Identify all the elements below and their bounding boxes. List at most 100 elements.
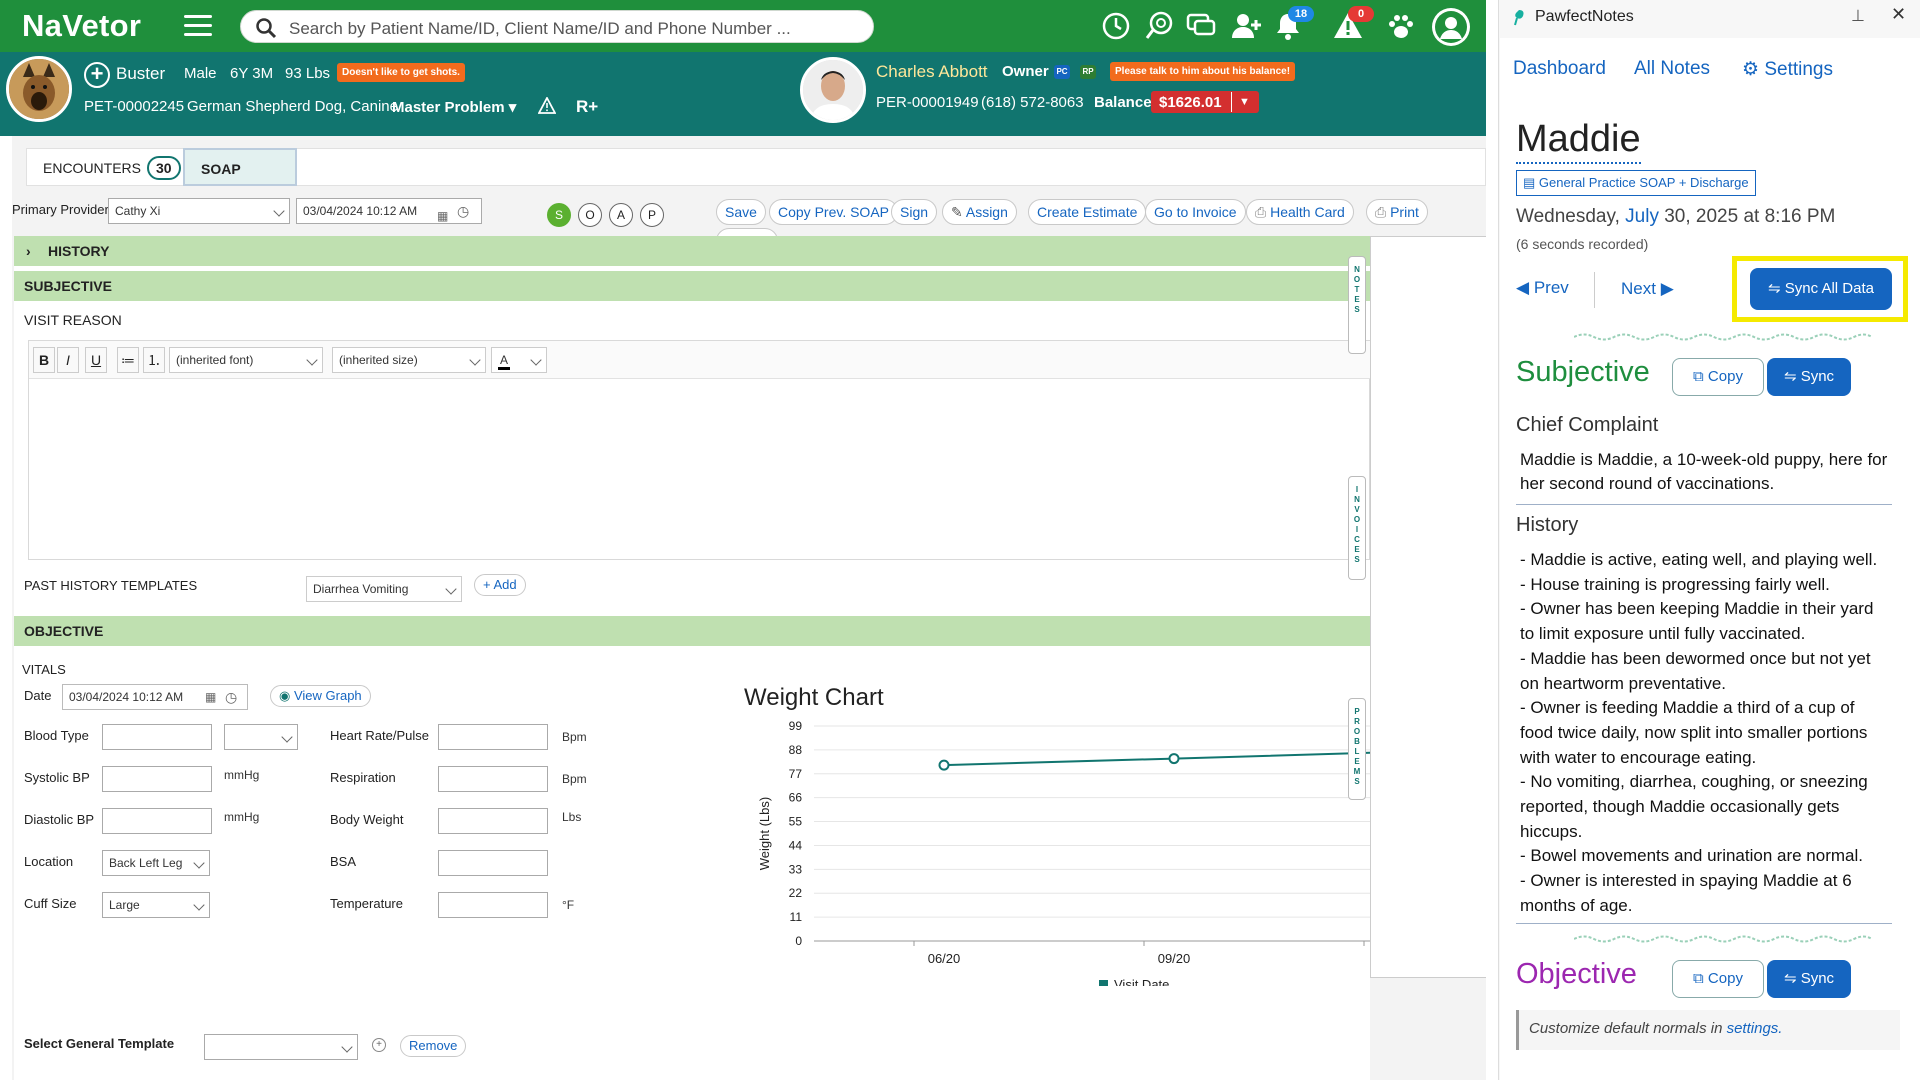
general-template-select[interactable] [204, 1034, 358, 1060]
app-logo[interactable]: NaVetor [22, 8, 141, 44]
panel-nav-settings-label: Settings [1764, 59, 1833, 80]
search-input[interactable]: Search by Patient Name/ID, Client Name/I… [240, 10, 874, 43]
temperature-input[interactable] [438, 892, 548, 918]
patient-bar: + Buster Male 6Y 3M 93 Lbs Doesn't like … [0, 52, 1486, 136]
assign-button[interactable]: ✎ Assign [942, 199, 1017, 225]
encounter-datetime[interactable]: 03/04/2024 10:12 AM ▦ ◷ [296, 198, 482, 224]
soap-o-button[interactable]: O [578, 203, 602, 227]
location-select[interactable]: Back Left Leg [102, 850, 210, 876]
copy-prev-soap-button[interactable]: Copy Prev. SOAP [769, 199, 899, 225]
balance-badge[interactable]: $1626.01 ▼ [1151, 91, 1259, 113]
body-weight-unit: Lbs [562, 810, 582, 824]
messages-icon[interactable] [1185, 10, 1217, 42]
objective-sync-button[interactable]: ⇋ Sync [1767, 960, 1851, 998]
paw-icon[interactable] [1385, 10, 1417, 42]
chief-complaint-text[interactable]: Maddie is Maddie, a 10-week-old puppy, h… [1516, 448, 1892, 505]
search-chat-icon[interactable] [1143, 10, 1175, 42]
master-problem-dropdown[interactable]: Master Problem ▾ [392, 98, 516, 116]
blood-type-input[interactable] [102, 724, 212, 750]
soap-p-button[interactable]: P [640, 203, 664, 227]
customize-settings-link[interactable]: settings. [1727, 1020, 1783, 1037]
objective-copy-button[interactable]: ⧉ Copy [1672, 960, 1764, 998]
panel-nav-all-notes[interactable]: All Notes [1634, 58, 1710, 80]
save-button[interactable]: Save [716, 199, 766, 225]
problems-side-tab[interactable]: PROBLEMS [1348, 698, 1366, 800]
balance-dropdown-icon[interactable]: ▼ [1231, 92, 1257, 112]
y-tick-label: 11 [790, 910, 803, 924]
vitals-date-input[interactable]: 03/04/2024 10:12 AM ▦ ◷ [62, 684, 248, 710]
user-avatar[interactable] [1432, 8, 1470, 46]
menu-icon[interactable] [184, 15, 212, 37]
subjective-copy-button[interactable]: ⧉ Copy [1672, 358, 1764, 396]
heart-rate-input[interactable] [438, 724, 548, 750]
panel-nav-dashboard[interactable]: Dashboard [1513, 58, 1606, 80]
clock-icon[interactable]: ◷ [225, 685, 237, 709]
systolic-input[interactable] [102, 766, 212, 792]
respiration-input[interactable] [438, 766, 548, 792]
tab-soap-note[interactable]: SOAP NOTE [183, 148, 297, 215]
underline-button[interactable]: U [85, 347, 107, 373]
add-user-icon[interactable] [1230, 10, 1262, 42]
font-select[interactable]: (inherited font) [169, 347, 323, 373]
prev-label: Prev [1533, 278, 1569, 297]
add-circle-icon[interactable]: + [372, 1038, 386, 1052]
pin-icon[interactable]: ⊥ [1851, 6, 1865, 26]
sign-button[interactable]: Sign [891, 199, 938, 225]
top-navbar: NaVetor Search by Patient Name/ID, Clien… [0, 0, 1486, 52]
visit-reason-editor[interactable]: B I U ≔ ⒈ (inherited font) (inherited si… [28, 340, 1371, 560]
diastolic-input[interactable] [102, 808, 212, 834]
owner-name[interactable]: Charles Abbott [876, 62, 988, 82]
note-patient-name[interactable]: Maddie [1516, 116, 1641, 164]
y-tick-label: 88 [789, 743, 803, 757]
remove-button[interactable]: Remove [400, 1035, 467, 1057]
numbered-list-icon[interactable]: ⒈ [143, 347, 165, 373]
clock-icon[interactable]: ◷ [457, 199, 469, 223]
text-color-select[interactable]: A [491, 347, 547, 373]
invoices-side-tab[interactable]: INVOICES [1348, 476, 1366, 580]
tab-encounters[interactable]: ENCOUNTERS 30 [27, 149, 197, 187]
cuff-size-label: Cuff Size [24, 896, 77, 911]
history-list[interactable]: - Maddie is active, eating well, and pla… [1516, 548, 1892, 924]
print-button[interactable]: ⎙ Print [1366, 199, 1428, 225]
next-button[interactable]: Next ▶ [1621, 279, 1674, 299]
bold-button[interactable]: B [33, 347, 55, 373]
note-template-badge[interactable]: ▤ General Practice SOAP + Discharge [1516, 170, 1756, 196]
notes-side-tab[interactable]: NOTES [1348, 256, 1366, 354]
clock-icon[interactable] [1100, 10, 1132, 42]
cuff-size-select[interactable]: Large [102, 892, 210, 918]
subjective-heading: Subjective [1516, 356, 1650, 388]
soap-a-button[interactable]: A [609, 203, 633, 227]
size-select[interactable]: (inherited size) [332, 347, 486, 373]
dog-photo [9, 59, 69, 119]
sync-all-button[interactable]: ⇋ Sync All Data [1750, 268, 1892, 310]
italic-button[interactable]: I [57, 347, 79, 373]
bullet-list-icon[interactable]: ≔ [117, 347, 139, 373]
panel-nav-settings[interactable]: ⚙ Settings [1742, 58, 1833, 81]
note-date-month[interactable]: July [1625, 206, 1659, 227]
past-history-label: PAST HISTORY TEMPLATES [24, 578, 198, 593]
bsa-input[interactable] [438, 850, 548, 876]
calendar-icon[interactable]: ▦ [437, 204, 448, 228]
pet-name[interactable]: Buster [116, 64, 165, 84]
health-card-button[interactable]: ⎙ Health Card [1246, 199, 1354, 225]
history-section-header[interactable]: › HISTORY [14, 236, 1370, 266]
create-estimate-button[interactable]: Create Estimate [1028, 199, 1147, 225]
view-graph-button[interactable]: ◉ View Graph [270, 685, 371, 707]
warning-icon[interactable] [538, 97, 556, 115]
add-patient-icon[interactable]: + [84, 62, 110, 88]
blood-type-select[interactable] [224, 724, 298, 750]
go-to-invoice-button[interactable]: Go to Invoice [1145, 199, 1246, 225]
pet-alert-badge: Doesn't like to get shots. [337, 63, 465, 82]
notifications[interactable]: 18 [1272, 6, 1314, 42]
prev-button[interactable]: ◀ Prev [1516, 278, 1569, 298]
subjective-sync-button[interactable]: ⇋ Sync [1767, 358, 1851, 396]
rplus-label[interactable]: R+ [576, 97, 598, 117]
primary-provider-select[interactable]: Cathy Xi [108, 198, 290, 224]
past-history-select[interactable]: Diarrhea Vomiting [306, 576, 462, 602]
alerts[interactable]: 0 [1332, 6, 1374, 42]
calendar-icon[interactable]: ▦ [205, 685, 216, 709]
add-template-button[interactable]: + Add [474, 574, 526, 596]
soap-s-button[interactable]: S [547, 203, 571, 227]
close-icon[interactable]: ✕ [1891, 4, 1906, 25]
body-weight-input[interactable] [438, 808, 548, 834]
